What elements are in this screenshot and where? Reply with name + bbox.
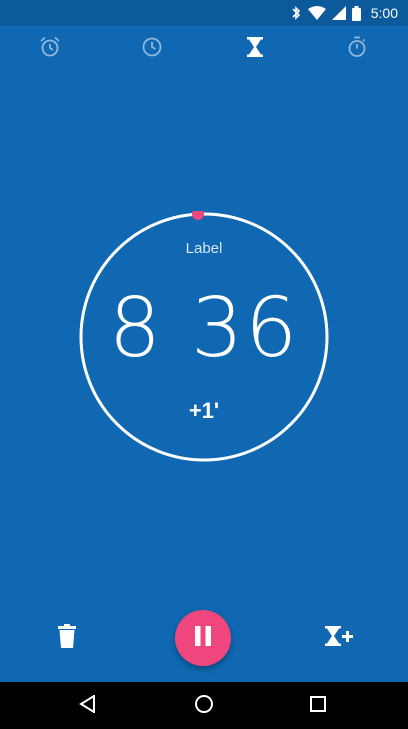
tab-clock[interactable] — [140, 37, 164, 61]
recents-button[interactable] — [304, 692, 332, 720]
trash-icon — [58, 623, 76, 653]
back-icon — [79, 693, 97, 718]
home-button[interactable] — [190, 692, 218, 720]
delete-timer-button[interactable] — [47, 618, 87, 658]
timer-panel: Label 8 36 +1' — [0, 72, 408, 612]
hourglass-icon — [245, 36, 265, 63]
tab-bar — [0, 26, 408, 72]
hourglass-plus-icon — [325, 625, 355, 652]
back-button[interactable] — [74, 692, 102, 720]
progress-marker — [192, 208, 204, 220]
status-time: 5:00 — [370, 5, 398, 21]
tab-alarm[interactable] — [38, 36, 62, 63]
alarm-icon — [39, 36, 61, 63]
wifi-icon — [307, 6, 326, 20]
cell-signal-icon — [331, 6, 346, 20]
tab-timer[interactable] — [243, 36, 267, 63]
bluetooth-icon — [290, 5, 302, 21]
recents-icon — [309, 695, 327, 718]
navigation-bar — [0, 682, 408, 729]
status-bar: 5:00 — [0, 0, 408, 26]
battery-icon — [351, 5, 361, 21]
tab-stopwatch[interactable] — [345, 36, 369, 63]
timer-label[interactable]: Label — [0, 240, 408, 257]
pause-button[interactable] — [175, 610, 231, 666]
timer-time: 8 36 — [108, 281, 300, 376]
pause-icon — [194, 625, 212, 651]
add-timer-button[interactable] — [320, 618, 360, 658]
stopwatch-icon — [346, 36, 368, 63]
clock-icon — [141, 36, 163, 63]
home-icon — [194, 694, 214, 719]
timer-controls — [0, 600, 408, 680]
add-one-minute-button[interactable]: +1' — [0, 398, 408, 424]
